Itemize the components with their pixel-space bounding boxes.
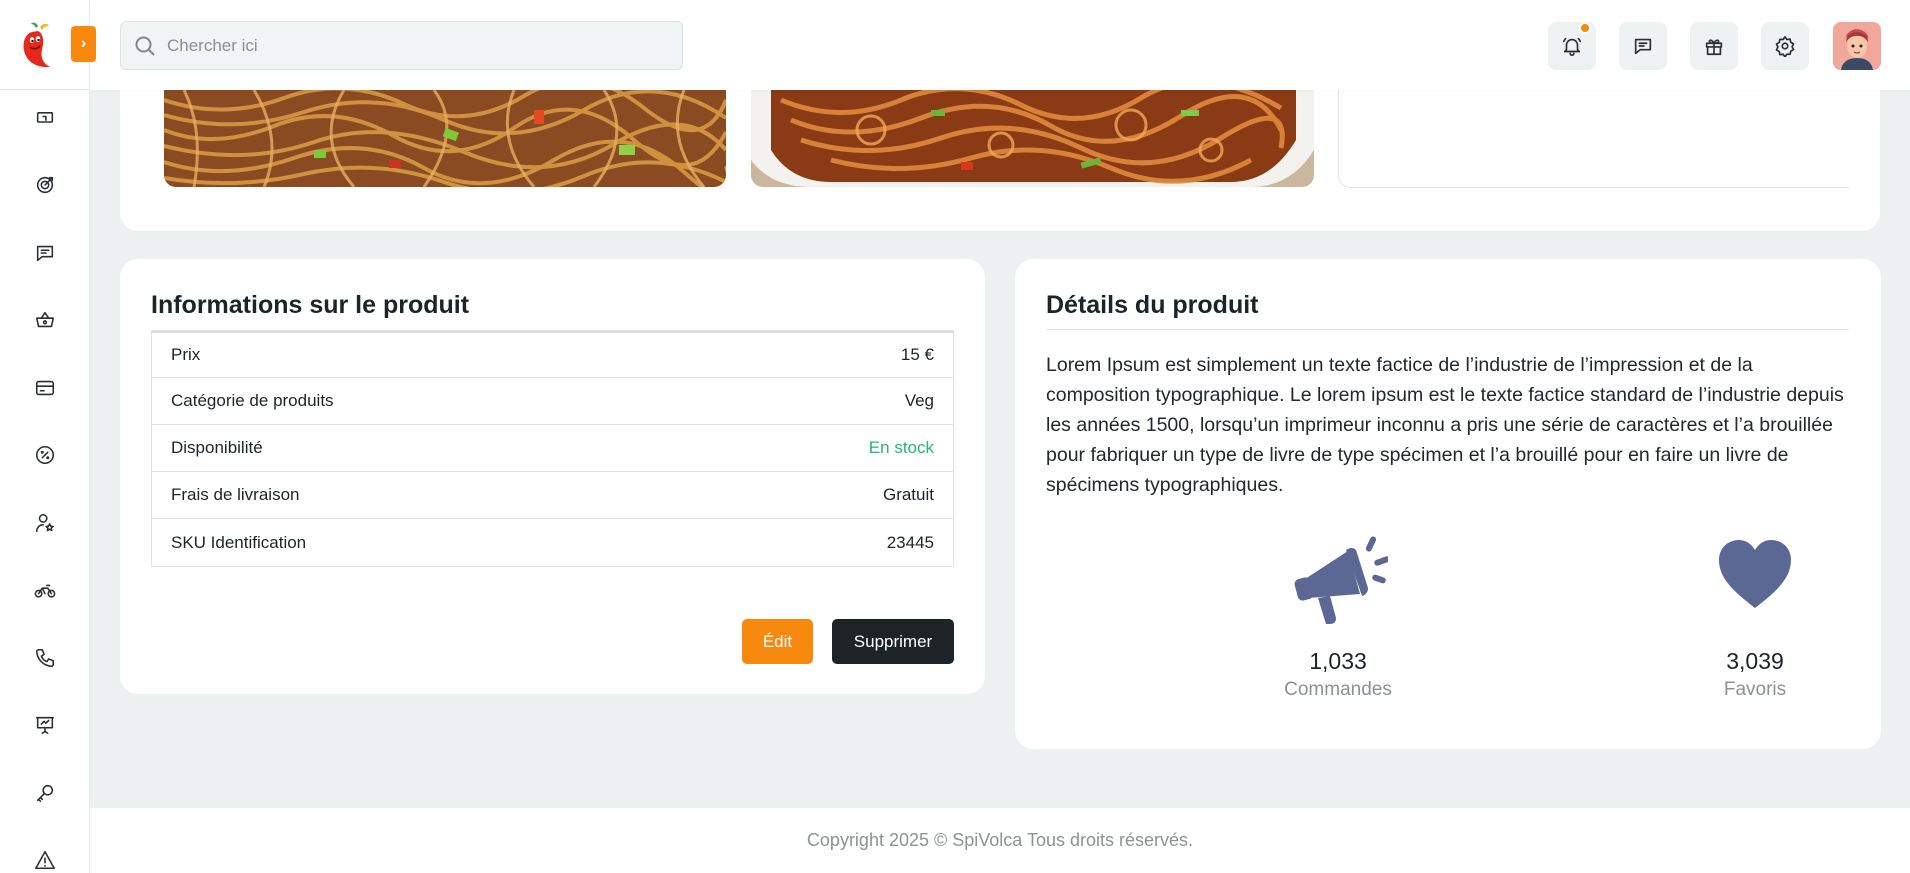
search-input[interactable] <box>167 35 667 56</box>
heart-icon <box>1719 540 1791 608</box>
settings-icon <box>1775 36 1795 57</box>
orders-label: Commandes <box>1284 679 1392 700</box>
stock-status: En stock <box>868 438 934 457</box>
row-value: 15 € <box>900 345 934 364</box>
row-label: SKU Identification <box>171 532 307 552</box>
product-image-2[interactable] <box>751 90 1314 187</box>
divider <box>1046 329 1849 330</box>
edit-button[interactable]: Édit <box>742 619 813 664</box>
table-row: Frais de livraison Gratuit <box>152 472 953 519</box>
favorites-count: 3,039 <box>1726 648 1784 674</box>
row-label: Disponibilité <box>171 438 263 457</box>
user-star-icon[interactable] <box>33 511 57 535</box>
orders-count: 1,033 <box>1309 648 1367 674</box>
delete-button[interactable]: Supprimer <box>832 619 954 664</box>
product-info-title: Informations sur le produit <box>151 291 470 319</box>
message-icon[interactable] <box>33 241 57 265</box>
row-label: Frais de livraison <box>171 485 300 504</box>
favorites-label: Favoris <box>1723 679 1787 700</box>
row-value: Gratuit <box>882 485 934 504</box>
product-description: Lorem Ipsum est simplement un texte fact… <box>1046 354 1844 496</box>
table-row: SKU Identification 23445 <box>152 519 953 566</box>
row-label: Catégorie de produits <box>171 391 334 410</box>
gift-icon <box>1705 39 1723 56</box>
bike-icon[interactable] <box>33 578 57 602</box>
presentation-icon[interactable] <box>33 713 57 737</box>
phone-icon[interactable] <box>33 646 57 670</box>
basket-icon[interactable] <box>33 308 57 332</box>
product-details-card: Détails du produit Lorem Ipsum est simpl… <box>1015 259 1881 749</box>
favorites-stat: 3,039 Favoris <box>1655 526 1855 701</box>
product-details-title: Détails du produit <box>1046 291 1259 319</box>
user-avatar[interactable] <box>1833 22 1881 70</box>
chili-logo-icon[interactable] <box>18 20 60 70</box>
copyright-text: Copyright 2025 © SpiVolca Tous droits ré… <box>806 830 1194 850</box>
sidebar: › <box>0 0 96 873</box>
table-row: Disponibilité En stock <box>152 425 953 472</box>
target-icon[interactable] <box>33 173 57 197</box>
sidebar-toggle-button[interactable]: › <box>71 26 96 62</box>
row-label: Prix <box>171 345 201 364</box>
row-value: 23445 <box>886 532 934 552</box>
search-bar[interactable] <box>120 21 683 70</box>
calendar-icon[interactable] <box>33 110 57 134</box>
bell-icon <box>1562 37 1582 56</box>
gifts-button[interactable] <box>1690 22 1738 70</box>
top-header <box>90 0 1910 90</box>
footer: Copyright 2025 © SpiVolca Tous droits ré… <box>90 808 1910 873</box>
orders-stat: 1,033 Commandes <box>1238 526 1438 701</box>
messages-button[interactable] <box>1619 22 1667 70</box>
table-row: Prix 15 € <box>152 331 953 378</box>
product-image-1[interactable] <box>164 90 726 187</box>
row-value: Veg <box>904 391 934 410</box>
warning-icon[interactable] <box>33 848 57 872</box>
key-icon[interactable] <box>33 781 57 805</box>
chat-icon <box>1634 38 1652 55</box>
product-info-card: Informations sur le produit Prix 15 € Ca… <box>120 259 985 694</box>
notification-dot <box>1579 22 1591 34</box>
settings-button[interactable] <box>1761 22 1809 70</box>
megaphone-icon <box>1294 536 1388 624</box>
table-row: Catégorie de produits Veg <box>152 378 953 425</box>
notifications-button[interactable] <box>1548 22 1596 70</box>
percent-icon[interactable] <box>33 443 57 467</box>
product-info-table: Prix 15 € Catégorie de produits Veg Disp… <box>151 330 954 567</box>
search-icon <box>135 36 155 56</box>
card-icon[interactable] <box>33 376 57 400</box>
